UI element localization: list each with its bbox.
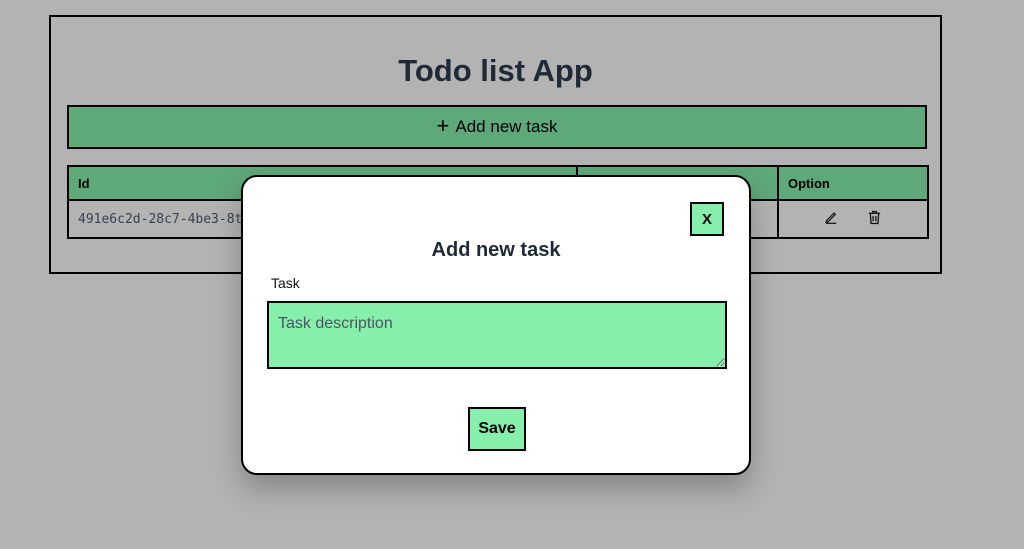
task-description-input[interactable] — [267, 301, 727, 369]
page-title: Todo list App — [398, 53, 593, 88]
save-button[interactable]: Save — [468, 407, 526, 451]
modal-title: Add new task — [431, 239, 561, 261]
plus-icon: + — [436, 113, 450, 138]
add-new-task-label: Add new task — [455, 117, 558, 136]
task-field-label: Task — [271, 275, 300, 291]
header-option: Option — [777, 165, 929, 201]
add-new-task-button[interactable]: + Add new task — [67, 105, 927, 149]
pencil-edit-icon[interactable] — [818, 210, 844, 228]
cell-options — [777, 199, 929, 239]
trash-delete-icon[interactable] — [862, 210, 888, 229]
add-task-modal: X Add new task Task Save — [241, 175, 751, 475]
close-button[interactable]: X — [690, 202, 724, 236]
